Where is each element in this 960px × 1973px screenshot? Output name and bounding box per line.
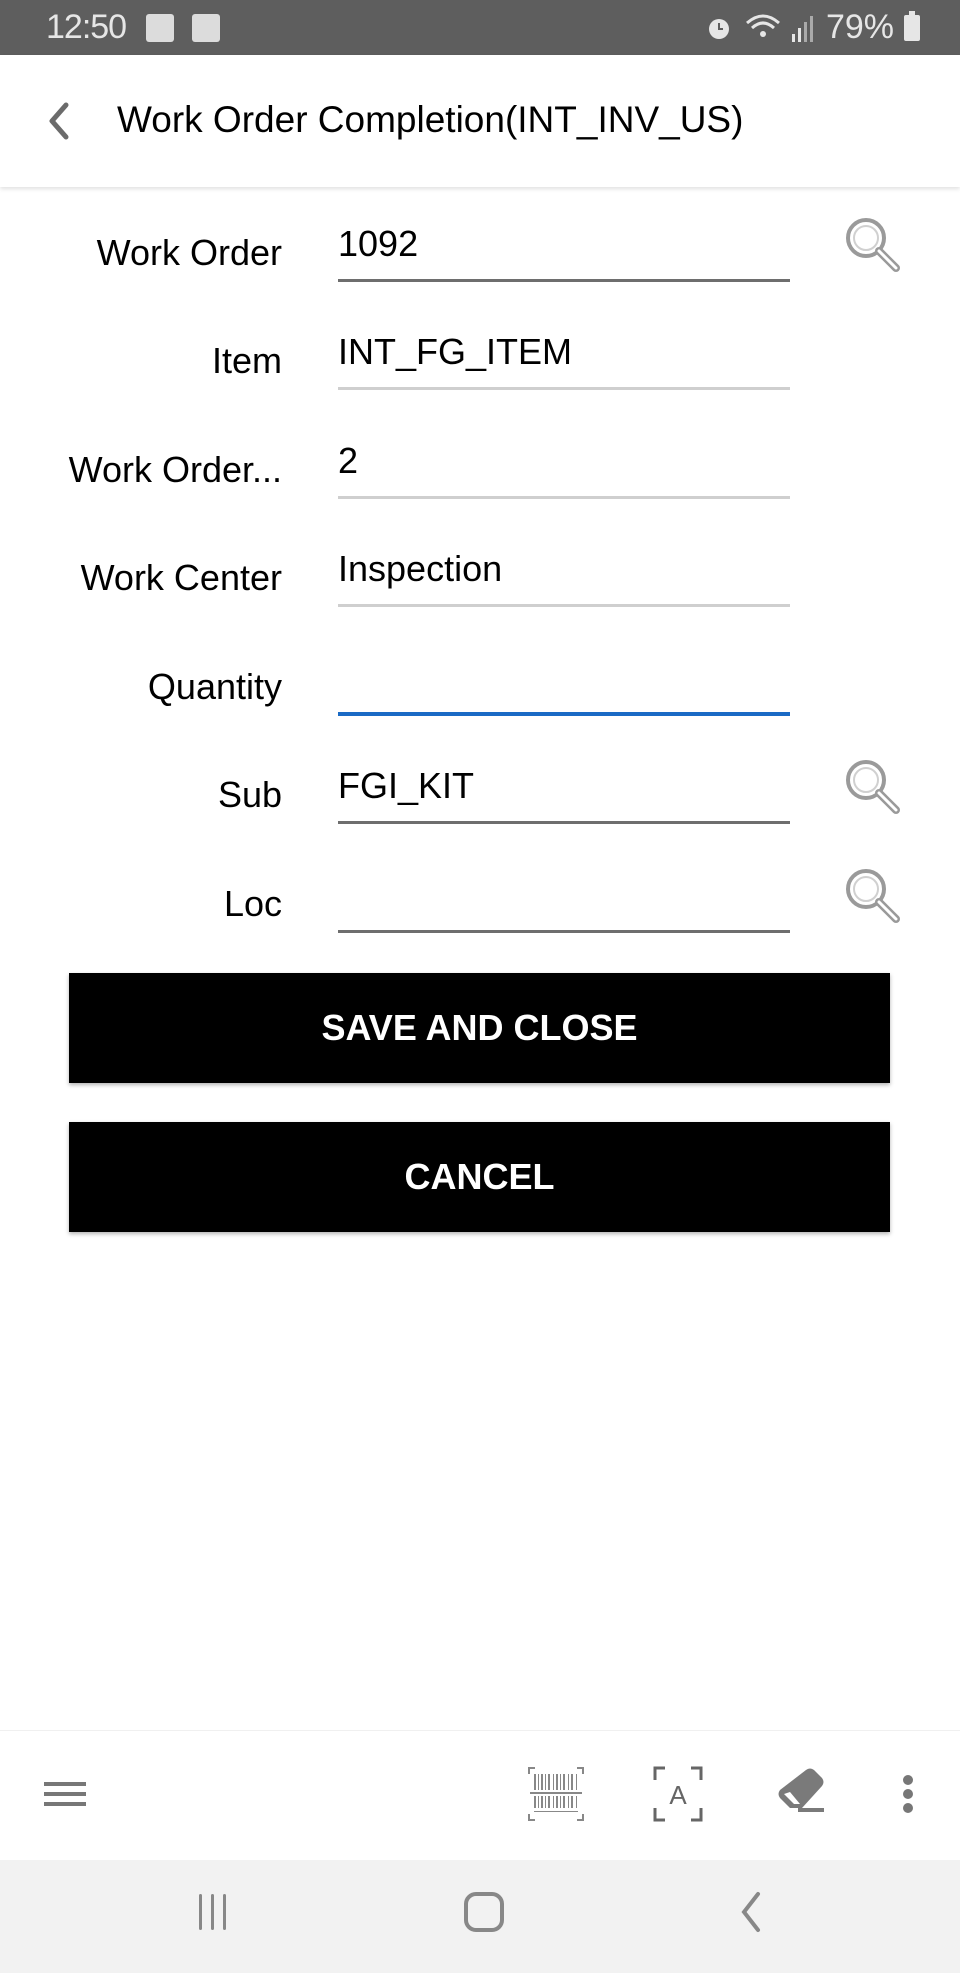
home-button[interactable]	[462, 1890, 506, 1934]
search-icon	[846, 869, 900, 923]
loc-input[interactable]	[338, 863, 790, 933]
sub-row: Sub	[0, 754, 960, 844]
work-center-input[interactable]	[338, 537, 790, 607]
sub-label: Sub	[217, 774, 282, 815]
work-order-op-row: Work Order...	[0, 429, 960, 519]
quantity-input[interactable]	[338, 646, 790, 716]
app-header: Work Order Completion(INT_INV_US)	[0, 55, 960, 187]
eraser-icon[interactable]	[776, 1764, 826, 1824]
bottom-toolbar: A	[0, 1730, 960, 1861]
battery-percent: 79%	[825, 8, 894, 46]
loc-row: Loc	[0, 863, 960, 953]
loc-label: Loc	[223, 883, 282, 924]
image-notification-icon	[192, 14, 220, 42]
search-icon	[846, 218, 900, 272]
work-order-input[interactable]	[338, 212, 790, 282]
battery-icon	[904, 10, 920, 41]
quantity-row: Quantity	[0, 646, 960, 736]
svg-text:A: A	[669, 1780, 687, 1810]
camera-notification-icon	[146, 14, 174, 42]
system-nav-bar	[0, 1860, 960, 1973]
work-order-row: Work Order	[0, 212, 960, 302]
menu-icon[interactable]	[42, 1764, 88, 1824]
work-order-lookup-button[interactable]	[842, 214, 902, 276]
signal-icon	[791, 15, 813, 42]
text-scan-icon[interactable]: A	[652, 1764, 704, 1824]
status-bar: 12:50 79%	[0, 0, 960, 55]
recent-apps-button[interactable]	[194, 1890, 232, 1934]
work-order-op-input[interactable]	[338, 429, 790, 499]
work-center-row: Work Center	[0, 537, 960, 627]
quantity-label: Quantity	[147, 666, 282, 707]
work-center-label: Work Center	[80, 557, 282, 598]
search-icon	[846, 760, 900, 814]
back-button[interactable]	[40, 99, 80, 143]
status-time: 12:50	[46, 8, 127, 46]
alarm-icon	[708, 18, 729, 39]
more-vert-icon[interactable]	[898, 1764, 918, 1824]
barcode-scan-icon[interactable]	[526, 1764, 586, 1824]
sub-input[interactable]	[338, 754, 790, 824]
loc-lookup-button[interactable]	[842, 865, 902, 927]
work-order-op-label: Work Order...	[68, 449, 282, 490]
chevron-left-icon	[49, 102, 69, 140]
item-label: Item	[211, 340, 282, 381]
sub-lookup-button[interactable]	[842, 756, 902, 818]
save-and-close-button[interactable]: SAVE AND CLOSE	[69, 973, 890, 1083]
system-back-button[interactable]	[736, 1890, 766, 1934]
wifi-icon	[745, 14, 780, 37]
item-row: Item	[0, 320, 960, 410]
item-input[interactable]	[338, 320, 790, 390]
page-title: Work Order Completion(INT_INV_US)	[117, 99, 744, 140]
cancel-button[interactable]: CANCEL	[69, 1122, 890, 1232]
work-order-label: Work Order	[96, 232, 282, 273]
